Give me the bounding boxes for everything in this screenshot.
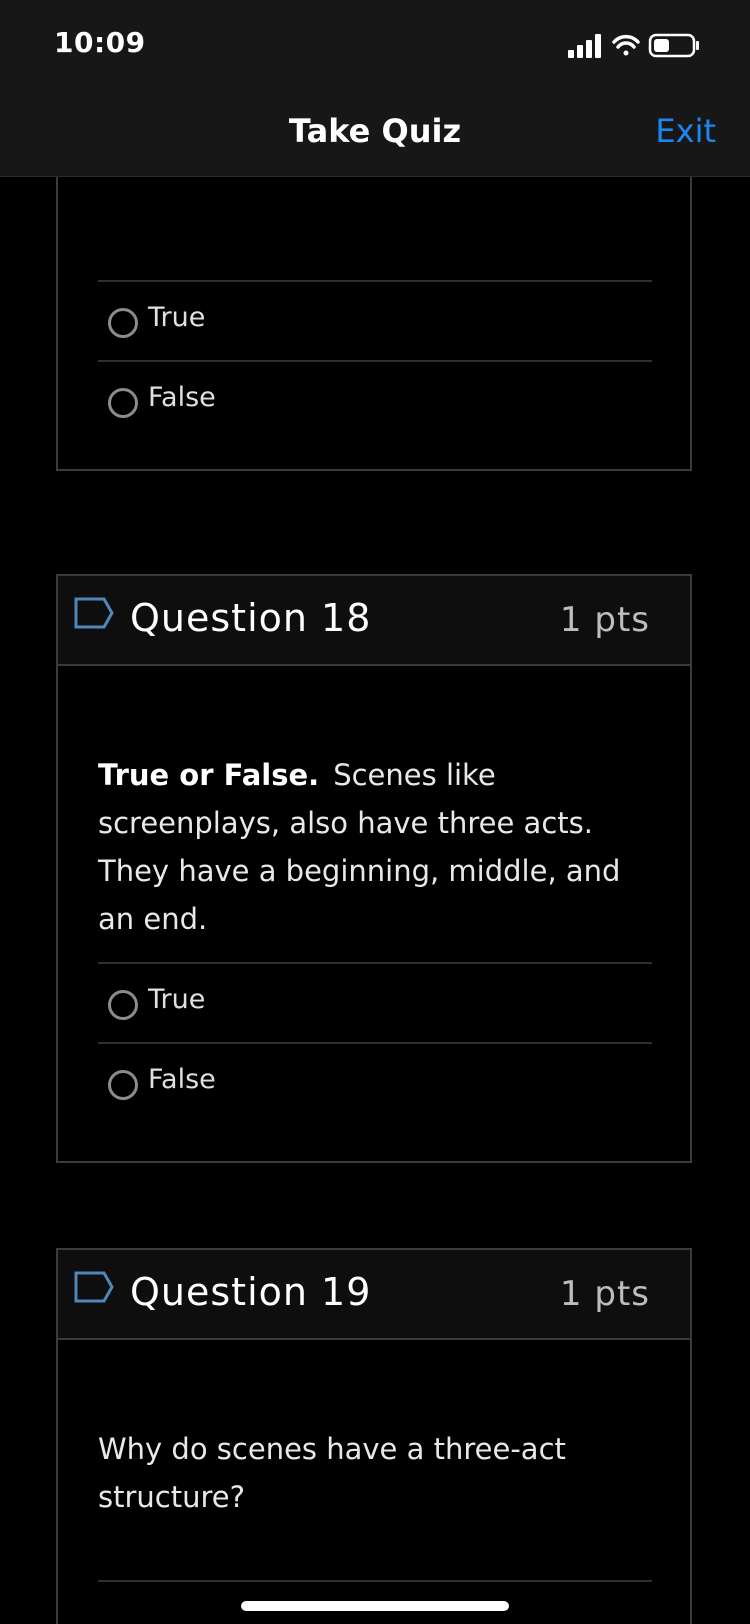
- status-icons: [568, 30, 718, 60]
- option-label: False: [148, 382, 216, 413]
- question-title: Question 18: [130, 596, 372, 640]
- cellular-signal-icon: [568, 34, 601, 58]
- nav-bar: Take Quiz Exit: [0, 88, 750, 177]
- question-lead: True or False.: [98, 758, 320, 792]
- question-points: 1 pts: [559, 600, 650, 640]
- status-bar: 10:09: [0, 0, 750, 88]
- page-title: Take Quiz: [288, 112, 462, 150]
- radio-unselected-icon[interactable]: [108, 990, 138, 1020]
- flag-outline-icon[interactable]: [74, 1270, 116, 1306]
- question-text: True or False. Scenes like screenplays, a…: [98, 751, 658, 943]
- question-18-card: Question 18 1 pts True or False. Scenes l…: [56, 574, 692, 1163]
- option-label: True: [148, 302, 206, 333]
- status-time: 10:09: [54, 26, 146, 59]
- question-text: Why do scenes have a three-act structure…: [98, 1425, 658, 1521]
- radio-unselected-icon[interactable]: [108, 1070, 138, 1100]
- question-body: Why do scenes have a three-act structure…: [98, 1432, 566, 1514]
- radio-unselected-icon[interactable]: [108, 388, 138, 418]
- question-header: Question 18 1 pts: [58, 576, 690, 666]
- question-17-option-true[interactable]: True: [98, 282, 652, 360]
- question-points: 1 pts: [559, 1274, 650, 1314]
- question-17-card: True False: [56, 177, 692, 471]
- home-indicator[interactable]: [241, 1601, 509, 1611]
- status-icons-svg: [568, 33, 699, 58]
- question-17-option-false[interactable]: False: [98, 362, 652, 440]
- battery-icon: [648, 33, 699, 58]
- quiz-content[interactable]: True False Question 18 1 pts True or Fal…: [0, 177, 750, 1624]
- option-label: False: [148, 1064, 216, 1095]
- exit-button[interactable]: Exit: [655, 112, 716, 150]
- radio-unselected-icon[interactable]: [108, 308, 138, 338]
- wifi-icon: [612, 34, 640, 56]
- option-label: True: [148, 984, 206, 1015]
- question-header: Question 19 1 pts: [58, 1250, 690, 1340]
- question-18-option-false[interactable]: False: [98, 1044, 652, 1122]
- question-19-card: Question 19 1 pts Why do scenes have a t…: [56, 1248, 692, 1624]
- flag-outline-icon[interactable]: [74, 596, 116, 632]
- question-title: Question 19: [130, 1270, 372, 1314]
- option-divider: [98, 1580, 652, 1582]
- question-18-option-true[interactable]: True: [98, 964, 652, 1042]
